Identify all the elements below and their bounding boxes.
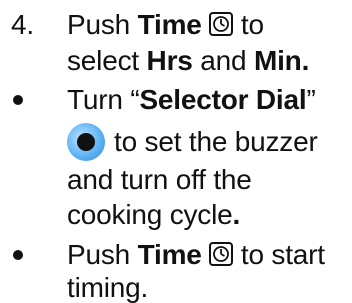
bullet1-line3: and turn off the [67,164,252,195]
time-label: Time [137,239,202,270]
step4-line2: select Hrs and Min. [67,45,310,76]
hrs-label: Hrs [146,45,193,76]
bullet1-line2: to set the buzzer [114,126,318,157]
clock-icon [209,12,234,36]
dial-knob-icon [67,123,105,161]
selector-dial-label: Selector Dial [139,84,307,115]
clock-icon [209,242,234,266]
bullet2-line1: Push Time to start [67,239,325,270]
bullet-dot [13,250,23,260]
step-number: 4. [11,9,34,40]
bullet1-line4: cooking cycle. [67,199,241,230]
time-label: Time [137,9,202,40]
bullet-dot [13,95,23,105]
bullet1-line1: Turn “Selector Dial” [67,84,316,115]
min-label: Min [253,45,302,76]
step4-line1: Push Time to [67,9,264,40]
